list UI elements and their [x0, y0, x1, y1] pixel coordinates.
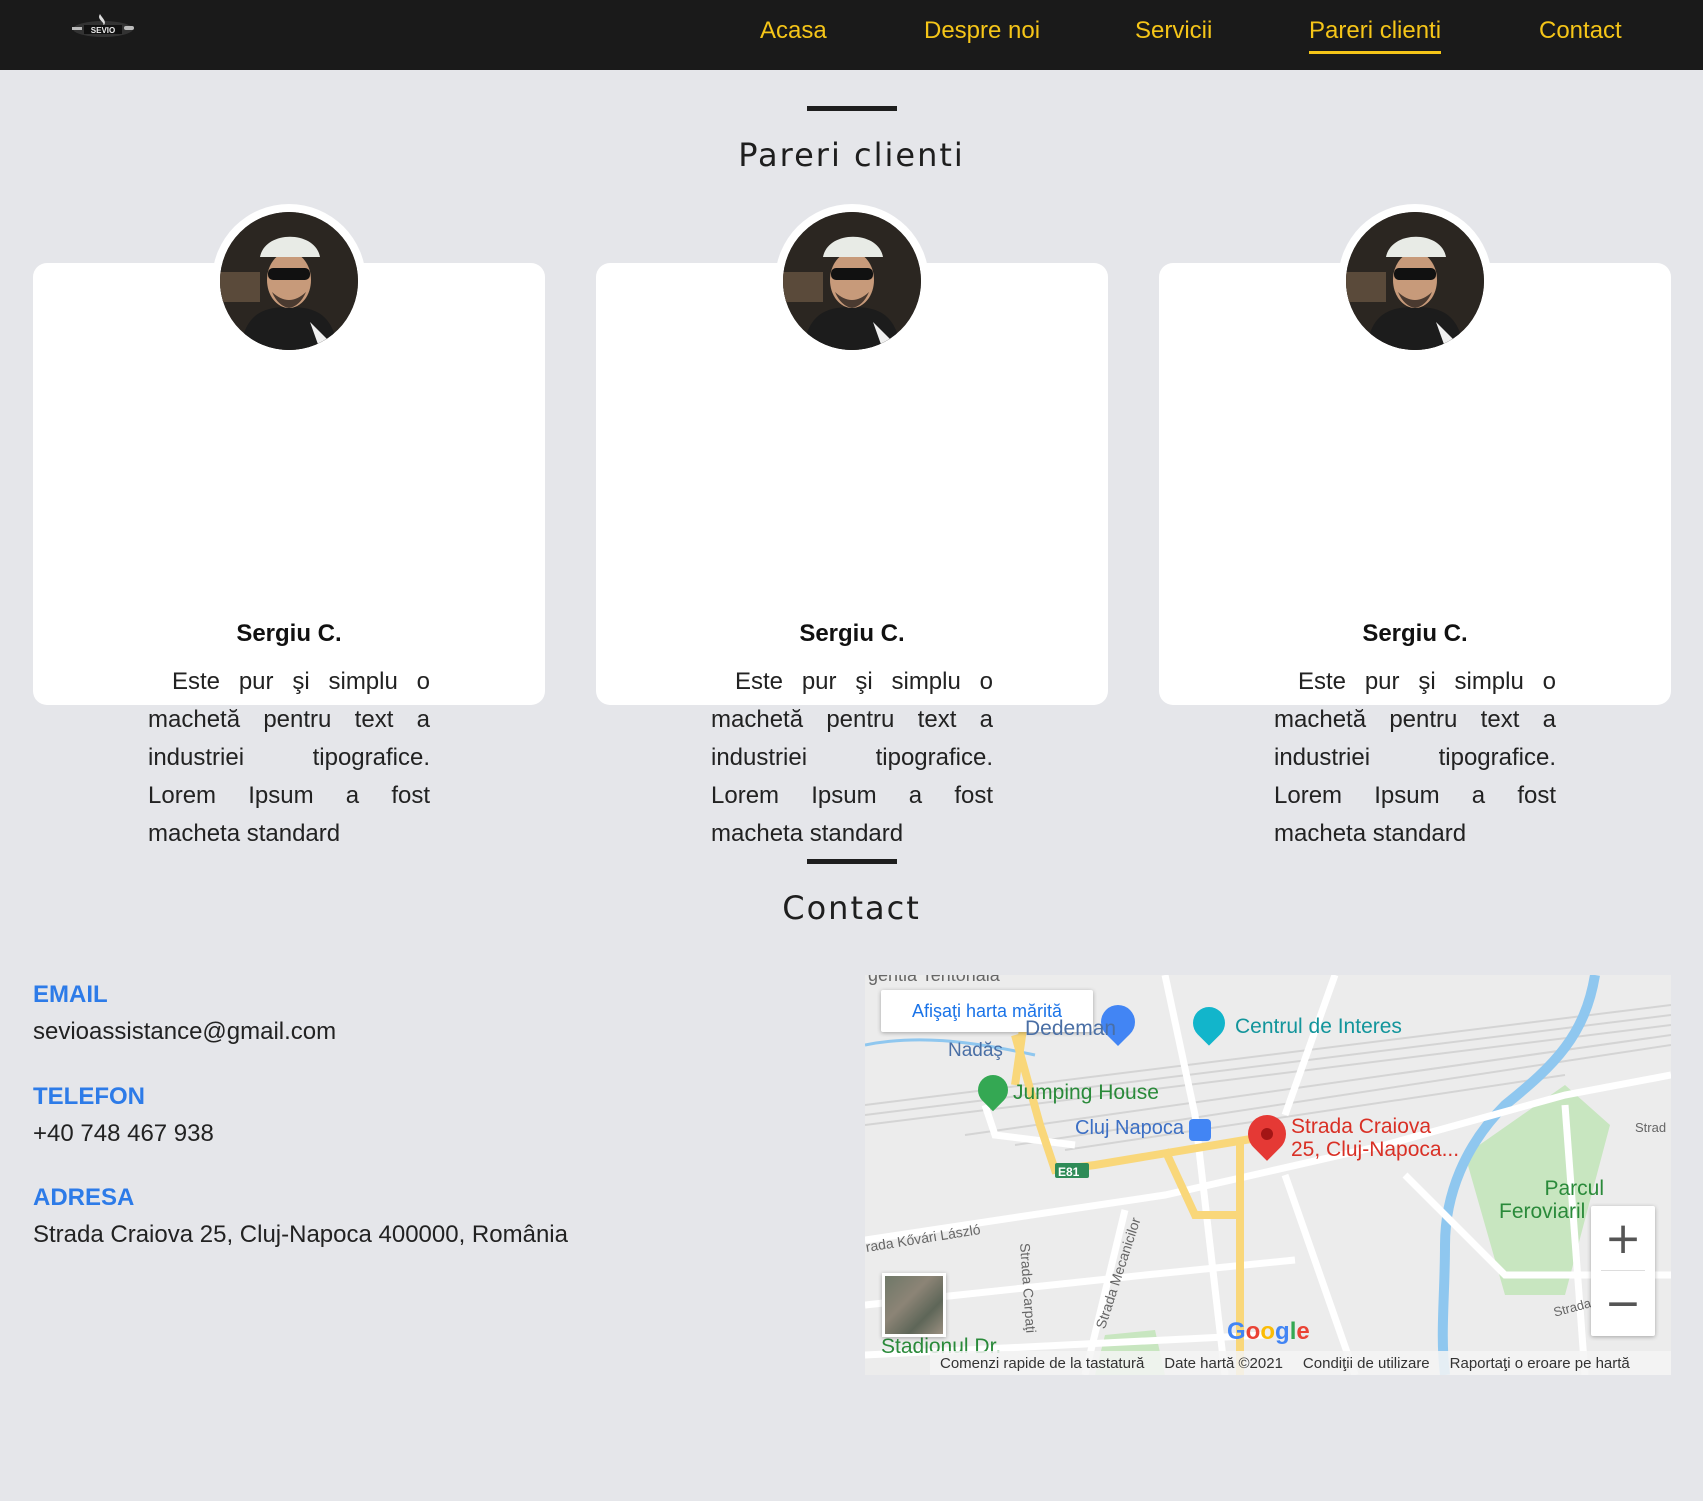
sevio-logo[interactable]: SEVIO: [70, 12, 136, 44]
zoom-divider: [1601, 1270, 1645, 1271]
poi-cluj-station-label: Cluj Napoca: [1075, 1117, 1184, 1139]
zoom-out-button[interactable]: −: [1591, 1271, 1655, 1336]
nav-link-despre-noi[interactable]: Despre noi: [924, 17, 1040, 45]
park-label-line1: Parcul: [1544, 1177, 1604, 1200]
phone-value[interactable]: +40 748 467 938: [33, 1120, 214, 1148]
email-label: EMAIL: [33, 981, 108, 1008]
satellite-toggle[interactable]: [882, 1273, 946, 1337]
zoom-controls: + −: [1591, 1206, 1655, 1336]
testimonial-text: Este pur şi simplu o machetă pentru text…: [148, 668, 430, 847]
pin-label-line2: 25, Cluj-Napoca...: [1291, 1138, 1460, 1161]
nav-link-contact[interactable]: Contact: [1539, 17, 1622, 45]
zoom-in-button[interactable]: +: [1591, 1206, 1655, 1271]
map-footer: Comenzi rapide de la tastatură Date hart…: [930, 1351, 1671, 1375]
section-divider: [807, 106, 897, 111]
poi-dedeman-label: Dedeman: [1025, 1017, 1117, 1040]
client-avatar: [212, 204, 366, 358]
address-value: Strada Craiova 25, Cluj-Napoca 400000, R…: [33, 1221, 568, 1248]
testimonial-text: Este pur şi simplu o machetă pentru text…: [711, 668, 993, 847]
map-data-text: Date hartă ©2021: [1164, 1354, 1283, 1372]
nav-link-pareri-clienti[interactable]: Pareri clienti: [1309, 17, 1442, 54]
terms-link[interactable]: Condiţii de utilizare: [1293, 1355, 1440, 1372]
park-label-line2: Feroviaril: [1499, 1200, 1586, 1223]
testimonial-author: Sergiu C.: [799, 620, 905, 647]
phone-label: TELEFON: [33, 1083, 145, 1110]
address-label: ADRESA: [33, 1184, 135, 1211]
poi-centrul-label: Centrul de Interes: [1235, 1015, 1402, 1038]
section-divider: [807, 859, 897, 864]
google-map[interactable]: gentia Teritorială Afişaţi harta mărită …: [865, 975, 1671, 1375]
google-logo: Google: [1227, 1318, 1310, 1345]
client-avatar: [775, 204, 929, 358]
street-strad-label: Strad: [1635, 1120, 1667, 1135]
pin-label-line1: Strada Craiova: [1291, 1115, 1432, 1138]
poi-nadas-label: Nadăş: [948, 1040, 1003, 1061]
email-value[interactable]: sevioassistance@gmail.com: [33, 1018, 336, 1046]
svg-text:SEVIO: SEVIO: [91, 26, 115, 35]
client-avatar: [1338, 204, 1492, 358]
nav-link-acasa[interactable]: Acasa: [760, 17, 827, 45]
contact-title: Contact: [782, 889, 921, 927]
route-e81-label: E81: [1058, 1165, 1080, 1179]
nav-link-servicii[interactable]: Servicii: [1135, 17, 1212, 45]
testimonial-author: Sergiu C.: [1362, 620, 1468, 647]
train-icon: [1189, 1119, 1211, 1141]
keyboard-shortcuts-link[interactable]: Comenzi rapide de la tastatură: [930, 1355, 1154, 1372]
top-navbar: SEVIO Acasa Despre noi Servicii Pareri c…: [0, 0, 1703, 70]
poi-jumping-label: Jumping House: [1013, 1081, 1159, 1104]
testimonial-text: Este pur şi simplu o machetă pentru text…: [1274, 668, 1556, 847]
report-error-link[interactable]: Raportaţi o eroare pe hartă: [1440, 1355, 1640, 1372]
testimonial-author: Sergiu C.: [236, 620, 342, 647]
testimonials-title: Pareri clienti: [738, 136, 965, 174]
